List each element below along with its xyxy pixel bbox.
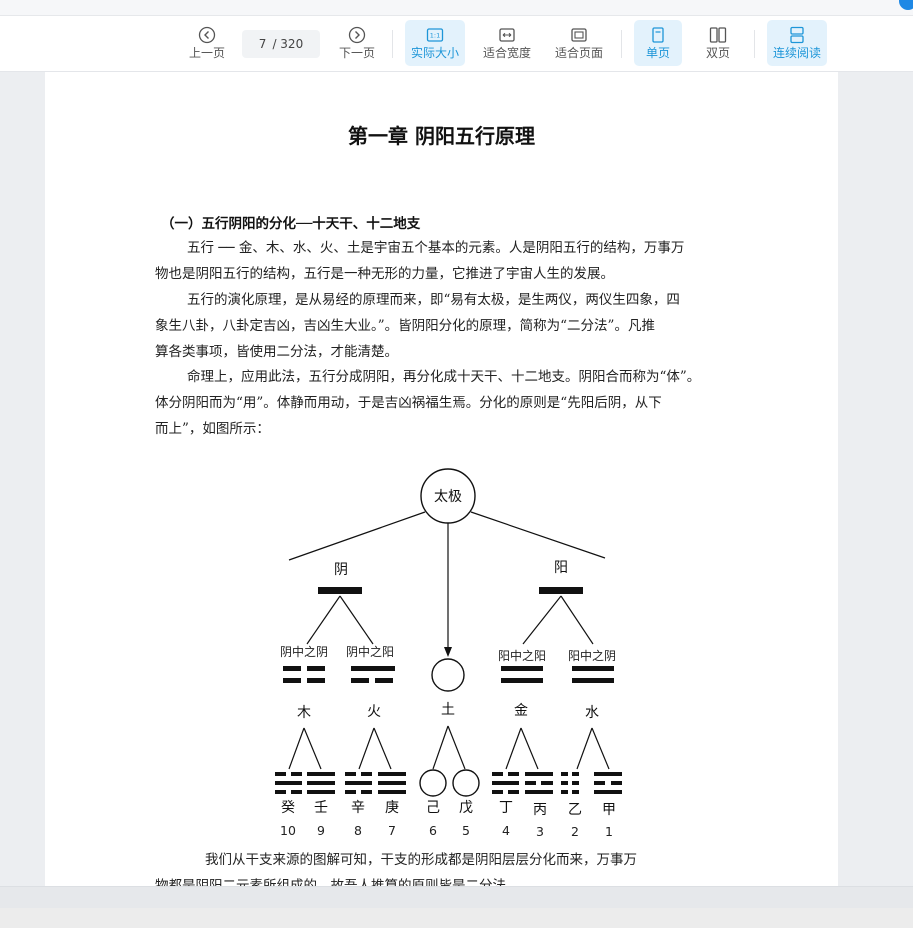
- taiji-diagram: 太极 阴 阳 阴中之阴 阴中之阳 阳中之阳 阳中之阴 木 火 土 金 水 癸 壬…: [275, 468, 622, 839]
- earth-circle: [431, 658, 465, 692]
- shaoyang-symbol: [351, 666, 395, 683]
- fit-width-button[interactable]: 适合宽度: [478, 20, 536, 66]
- branch-line: [522, 595, 562, 645]
- corner-indicator: [899, 0, 913, 10]
- stem-number: 1: [605, 824, 613, 839]
- taiyin-symbol: [283, 666, 325, 683]
- branch-line: [288, 511, 426, 561]
- page-number-box[interactable]: 7 / 320: [242, 30, 320, 58]
- actual-size-label: 实际大小: [410, 46, 459, 60]
- toolbar-separator: [392, 30, 393, 58]
- svg-text:1:1: 1:1: [430, 32, 440, 40]
- stem-number: 7: [388, 823, 396, 838]
- sub-label: 阳中之阳: [498, 648, 546, 663]
- reader-toolbar: 上一页 7 / 320 下一页 1:1 实际大小 适合宽度 适合页面 单页 双页…: [0, 16, 913, 72]
- stem-label: 辛: [351, 800, 365, 816]
- stem-label: 戊: [459, 800, 473, 816]
- stem-number: 3: [536, 824, 544, 839]
- fit-page-label: 适合页面: [554, 46, 603, 60]
- wu-circle: [452, 769, 480, 797]
- single-page-label: 单页: [645, 46, 670, 60]
- next-page-label: 下一页: [338, 46, 375, 60]
- stem-label: 癸: [281, 800, 295, 816]
- stem-number: 10: [280, 823, 296, 838]
- branch-line: [560, 595, 594, 645]
- prev-page-button[interactable]: 上一页: [184, 20, 230, 66]
- double-page-icon: [709, 27, 727, 43]
- sub-label: 阴中之阳: [346, 644, 394, 659]
- viewer-bottom-bar: [0, 886, 913, 908]
- yang-line: [539, 587, 583, 594]
- double-page-label: 双页: [705, 46, 730, 60]
- single-page-icon: [652, 27, 664, 43]
- toolbar-separator: [754, 30, 755, 58]
- paragraph-4: 我们从干支来源的图解可知，干支的形成都是阴阳层层分化而来，万事万 物都是阴阳二元…: [155, 847, 730, 886]
- current-page-input[interactable]: 7: [259, 37, 267, 51]
- stem-label: 甲: [602, 802, 616, 818]
- stem-label: 丙: [533, 802, 547, 818]
- stem-label: 己: [426, 800, 440, 816]
- total-pages-text: / 320: [272, 37, 304, 51]
- taiyang-symbol: [501, 666, 543, 683]
- stem-number: 2: [571, 824, 579, 839]
- element-label: 火: [367, 704, 381, 720]
- branch-line: [306, 595, 341, 645]
- stem-number: 9: [317, 823, 325, 838]
- continuous-read-button[interactable]: 连续阅读: [767, 20, 827, 66]
- taiji-label: 太极: [434, 489, 462, 505]
- yin-label: 阴: [334, 562, 348, 578]
- fit-width-label: 适合宽度: [482, 46, 531, 60]
- arrow-head: [444, 647, 452, 657]
- fit-width-icon: [499, 28, 515, 42]
- document-viewer[interactable]: 第一章 阴阳五行原理 （一）五行阴阳的分化──十天干、十二地支 五行 ── 金、…: [0, 72, 913, 886]
- stem-label: 壬: [314, 800, 328, 816]
- paragraph-line: 物都是阴阳二元素所组成的。故吾人推算的原则皆是二分法。: [155, 878, 520, 886]
- stem-label: 乙: [568, 802, 582, 818]
- stem-label: 庚: [385, 800, 399, 816]
- element-branches: [288, 725, 610, 770]
- sub-label: 阳中之阴: [568, 648, 616, 663]
- shaoyin-symbol: [572, 666, 614, 683]
- chevron-left-circle-icon: [198, 26, 216, 44]
- element-label: 金: [514, 703, 528, 719]
- continuous-read-label: 连续阅读: [772, 46, 821, 60]
- toolbar-separator: [621, 30, 622, 58]
- chevron-right-circle-icon: [348, 26, 366, 44]
- actual-size-icon: 1:1: [426, 28, 444, 42]
- ji-circle: [419, 769, 447, 797]
- continuous-read-icon: [790, 26, 804, 44]
- stem-number: 5: [462, 823, 470, 838]
- branch-line: [339, 595, 374, 645]
- next-page-button[interactable]: 下一页: [334, 20, 380, 66]
- fit-page-button[interactable]: 适合页面: [550, 20, 608, 66]
- fit-page-icon: [571, 28, 587, 42]
- branch-line: [470, 511, 606, 559]
- stem-number: 6: [429, 823, 437, 838]
- yin-line: [318, 587, 362, 594]
- double-page-button[interactable]: 双页: [694, 20, 742, 66]
- window-bottom-strip: [0, 908, 913, 928]
- prev-page-label: 上一页: [188, 46, 225, 60]
- document-page: 第一章 阴阳五行原理 （一）五行阴阳的分化──十天干、十二地支 五行 ── 金、…: [45, 72, 838, 886]
- element-label: 水: [585, 705, 599, 721]
- element-label: 土: [441, 702, 455, 718]
- stem-number: 4: [502, 823, 510, 838]
- yang-label: 阳: [554, 560, 568, 576]
- stem-number: 8: [354, 823, 362, 838]
- window-top-strip: [0, 0, 913, 16]
- stem-label: 丁: [499, 800, 513, 816]
- sub-label: 阴中之阴: [280, 644, 328, 659]
- actual-size-button[interactable]: 1:1 实际大小: [405, 20, 465, 66]
- stem-symbols: [275, 772, 622, 794]
- single-page-button[interactable]: 单页: [634, 20, 682, 66]
- element-label: 木: [297, 705, 311, 721]
- paragraph-line: 我们从干支来源的图解可知，干支的形成都是阴阳层层分化而来，万事万: [205, 852, 637, 868]
